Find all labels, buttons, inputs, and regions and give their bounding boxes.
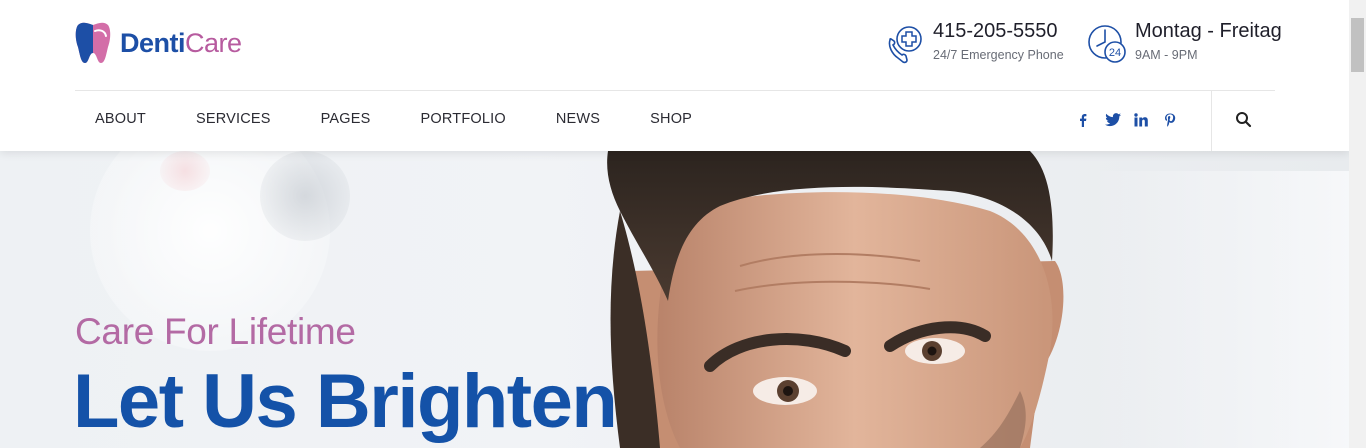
- brand-name-part1: Denti: [120, 27, 186, 58]
- background-right-fade: [1090, 171, 1349, 448]
- scrollbar-thumb[interactable]: [1351, 18, 1364, 72]
- opening-time: 9AM - 9PM: [1135, 48, 1198, 62]
- nav-shop[interactable]: SHOP: [650, 111, 692, 127]
- page: DentiCare 415-205-5550 24/7 Emergency Ph…: [0, 0, 1349, 448]
- emergency-phone[interactable]: 415-205-5550 24/7 Emergency Phone: [884, 20, 1064, 64]
- twitter-link[interactable]: [1105, 110, 1134, 130]
- facebook-icon: [1080, 114, 1087, 127]
- nav-services[interactable]: SERVICES: [196, 111, 271, 127]
- phone-number: 415-205-5550: [933, 20, 1058, 42]
- facebook-link[interactable]: [1076, 110, 1105, 130]
- search-icon[interactable]: [1234, 110, 1254, 130]
- logo[interactable]: DentiCare: [74, 21, 242, 65]
- tooth-logo-icon: [75, 22, 111, 64]
- nav-about[interactable]: ABOUT: [95, 111, 146, 127]
- page-scrollbar[interactable]: [1349, 0, 1366, 448]
- linkedin-icon: [1134, 113, 1148, 127]
- linkedin-link[interactable]: [1134, 110, 1163, 130]
- opening-days: Montag - Freitag: [1135, 20, 1282, 42]
- nav-news[interactable]: NEWS: [556, 111, 600, 127]
- pinterest-link[interactable]: [1163, 110, 1192, 130]
- hero-man-photo: [607, 151, 1064, 448]
- phone-medical-icon: [888, 26, 922, 64]
- site-header: DentiCare 415-205-5550 24/7 Emergency Ph…: [0, 0, 1349, 151]
- svg-text:24: 24: [1109, 47, 1121, 59]
- clock-24-icon: 24: [1088, 25, 1126, 63]
- brand-name: DentiCare: [120, 28, 242, 59]
- nav-pages[interactable]: PAGES: [321, 111, 371, 127]
- hero-tagline: Care For Lifetime: [75, 311, 356, 352]
- background-pink-blur: [160, 151, 210, 191]
- background-lamp-blur: [260, 151, 350, 241]
- brand-name-part2: Care: [185, 27, 242, 58]
- main-nav: ABOUT SERVICES PAGES PORTFOLIO NEWS SHOP: [95, 111, 742, 127]
- nav-portfolio[interactable]: PORTFOLIO: [421, 111, 506, 127]
- social-links: [1076, 110, 1192, 130]
- phone-caption: 24/7 Emergency Phone: [933, 48, 1064, 62]
- pinterest-icon: [1165, 113, 1176, 127]
- header-divider: [75, 90, 1275, 91]
- hero-headline: Let Us Brighten: [73, 359, 618, 444]
- twitter-icon: [1105, 113, 1121, 127]
- opening-hours: 24 Montag - Freitag 9AM - 9PM: [1086, 20, 1282, 64]
- nav-separator: [1211, 91, 1212, 151]
